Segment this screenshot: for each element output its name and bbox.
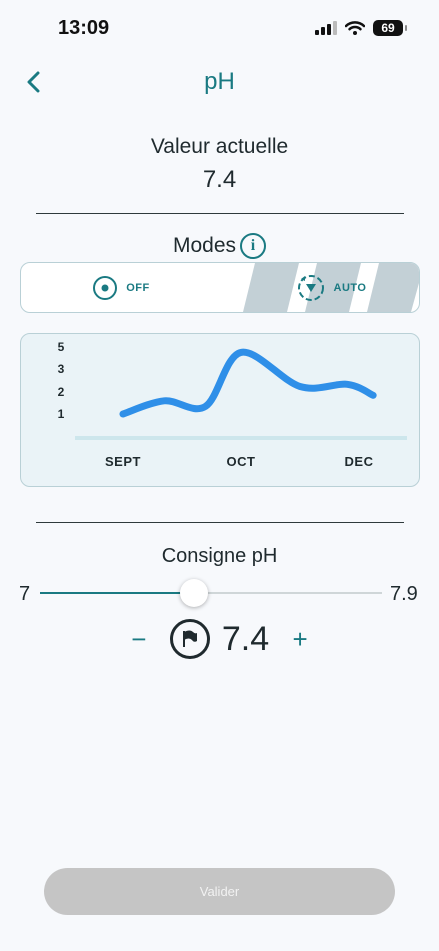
modes-label: Modes [172, 234, 237, 257]
page-title: pH [204, 68, 235, 95]
validate-button[interactable]: Valider [44, 868, 395, 915]
mode-off-option[interactable]: OFF [21, 263, 221, 312]
slider-thumb[interactable] [179, 579, 208, 607]
mode-toggle: OFF AUTO [20, 262, 420, 313]
slider-fill [40, 592, 194, 594]
x-tick-label: OCT [227, 454, 256, 469]
radio-off-icon [93, 275, 118, 300]
divider [36, 213, 404, 214]
slider-min-label: 7 [19, 583, 31, 605]
status-bar: 13:09 69 [0, 0, 439, 60]
y-tick-label: 3 [58, 362, 65, 376]
mode-off-label: OFF [126, 281, 150, 294]
mode-auto-label: AUTO [333, 281, 367, 294]
divider [36, 522, 404, 523]
current-value: 7.4 [202, 166, 237, 193]
info-icon[interactable]: i [240, 233, 267, 259]
battery-level: 69 [381, 21, 395, 35]
x-tick-label: SEPT [105, 454, 141, 469]
signal-icon [315, 21, 337, 35]
setpoint-stepper: − 7.4 + [0, 619, 439, 659]
status-time: 13:09 [58, 17, 110, 39]
status-icons: 69 [315, 20, 407, 36]
mode-auto-option[interactable]: AUTO [243, 263, 419, 312]
slider-max-label: 7.9 [390, 583, 418, 605]
increment-button[interactable]: + [285, 624, 315, 655]
wifi-icon [345, 21, 365, 35]
chart-card: 5 3 2 1 SEPT OCT DEC [20, 333, 420, 487]
ph-history-chart: 5 3 2 1 SEPT OCT DEC [58, 340, 407, 469]
modes-header: Modes i [0, 233, 439, 259]
y-tick-label: 1 [58, 407, 65, 421]
x-tick-label: DEC [345, 454, 374, 469]
header: pH [0, 60, 439, 104]
y-tick-label: 5 [58, 340, 65, 354]
decrement-button[interactable]: − [124, 624, 154, 655]
setpoint-label: Consigne pH [161, 545, 278, 567]
y-tick-label: 2 [58, 385, 65, 399]
battery-icon: 69 [373, 20, 407, 36]
flag-icon [169, 619, 210, 659]
setpoint-slider[interactable] [40, 579, 382, 607]
setpoint-value: 7.4 [221, 619, 270, 658]
current-value-label: Valeur actuelle [150, 135, 289, 158]
series-line [119, 348, 377, 418]
auto-cycle-icon [297, 274, 324, 301]
